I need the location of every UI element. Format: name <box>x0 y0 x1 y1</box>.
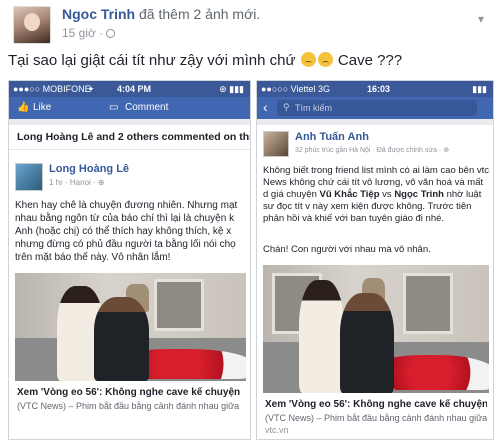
battery-icon: ▮▮▮ <box>472 84 487 94</box>
carrier: ●●●○○ MOBIFONE <box>13 84 91 94</box>
link-title[interactable]: Xem 'Vòng eo 56': Không nghe cave kể chu… <box>17 387 245 398</box>
tag-vu-khac-tiep[interactable]: Vũ Khắc Tiệp <box>320 189 380 200</box>
poster-name[interactable]: Anh Tuấn Anh <box>295 131 369 143</box>
comment-icon: ▭ <box>109 102 119 113</box>
post-header: Ngoc Trinh đã thêm 2 ảnh mới. 15 giờ · ▾ <box>8 4 492 44</box>
fb-action-bar: 👍 Like ▭ Comment <box>9 97 250 119</box>
crying-emoji-icon <box>317 52 333 67</box>
post-meta: 15 giờ · <box>62 26 116 40</box>
post-body: Không biết trong friend list mình có ai … <box>263 165 491 225</box>
like-icon: 👍 <box>17 102 30 113</box>
commented-line[interactable]: Long Hoàng Lê and 2 others commented on … <box>17 131 250 144</box>
commenter-name[interactable]: Long Hoàng Lê <box>49 163 129 175</box>
status-text: Tại sao lại giật cái tít như zậy với mìn… <box>8 52 402 69</box>
post-author[interactable]: Ngoc Trinh đã thêm 2 ảnh mới. <box>62 6 260 22</box>
carrier: ●●○○○ Viettel 3G <box>261 84 331 94</box>
status-suffix: Cave ??? <box>337 52 403 69</box>
like-button[interactable]: Like <box>33 102 51 113</box>
link-photo[interactable] <box>263 265 489 393</box>
battery-icon: ⊕ ▮▮▮ <box>219 84 244 94</box>
link-title[interactable]: Xem 'Vòng eo 56': Không nghe cave kể chu… <box>265 399 487 410</box>
tag-ngoc-trinh[interactable]: Ngọc Trinh <box>394 189 444 200</box>
globe-icon <box>106 29 116 38</box>
post-time[interactable]: 15 giờ · <box>62 26 103 40</box>
link-photo[interactable] <box>15 273 246 381</box>
comment-button[interactable]: Comment <box>125 102 168 113</box>
search-input[interactable]: Tìm kiếm <box>277 100 477 116</box>
phone-status-bar: ●●○○○ Viettel 3G 16:03 ▮▮▮ <box>257 81 493 97</box>
phone-status-bar: ●●●○○ MOBIFONE ✦ 4:04 PM ⊕ ▮▮▮ <box>9 81 250 97</box>
status-main: Tại sao lại giật cái tít như zậy với mìn… <box>8 52 296 69</box>
link-domain: vtc.vn <box>265 425 289 435</box>
link-subtitle: (VTC News) – Phim bắt đầu bằng cảnh đánh… <box>265 413 487 423</box>
post-action-text: đã thêm 2 ảnh mới. <box>139 6 261 22</box>
chevron-down-icon[interactable]: ▾ <box>478 12 484 26</box>
poster-meta: 32 phúc trúc gần Hà Nội · Đã được chỉnh … <box>295 147 450 154</box>
author-name[interactable]: Ngoc Trinh <box>62 6 135 22</box>
search-bar: ‹ Tìm kiếm ⚲ <box>257 97 493 119</box>
post-card: Anh Tuấn Anh 32 phúc trúc gần Hà Nội · Đ… <box>257 125 493 439</box>
author-avatar[interactable] <box>13 6 51 44</box>
post-body-part3: Chán! Con người với nhau mà vô nhân. <box>263 244 431 255</box>
photo-right[interactable]: ●●○○○ Viettel 3G 16:03 ▮▮▮ ‹ Tìm kiếm ⚲ … <box>256 80 494 440</box>
vs-text: vs <box>382 189 392 200</box>
photo-left[interactable]: ●●●○○ MOBIFONE ✦ 4:04 PM ⊕ ▮▮▮ 👍 Like ▭ … <box>8 80 251 440</box>
poster-avatar[interactable] <box>263 131 289 157</box>
back-icon[interactable]: ‹ <box>263 99 268 115</box>
comment-body: Khen hay chê là chuyện đương nhiên. Nhưn… <box>15 200 238 263</box>
phone-time: 4:04 PM <box>117 84 152 94</box>
comment-meta: 1 hr · Hanoi · ⊕ <box>49 178 105 187</box>
crying-emoji-icon <box>300 52 316 67</box>
notification-card: Long Hoàng Lê and 2 others commented on … <box>9 125 250 439</box>
commenter-avatar[interactable] <box>15 163 43 191</box>
link-subtitle: (VTC News) – Phim bắt đầu bằng cảnh đánh… <box>17 401 240 411</box>
wifi-icon: ✦ <box>87 84 95 94</box>
search-icon: ⚲ <box>283 102 290 112</box>
phone-time: 16:03 <box>367 84 391 94</box>
